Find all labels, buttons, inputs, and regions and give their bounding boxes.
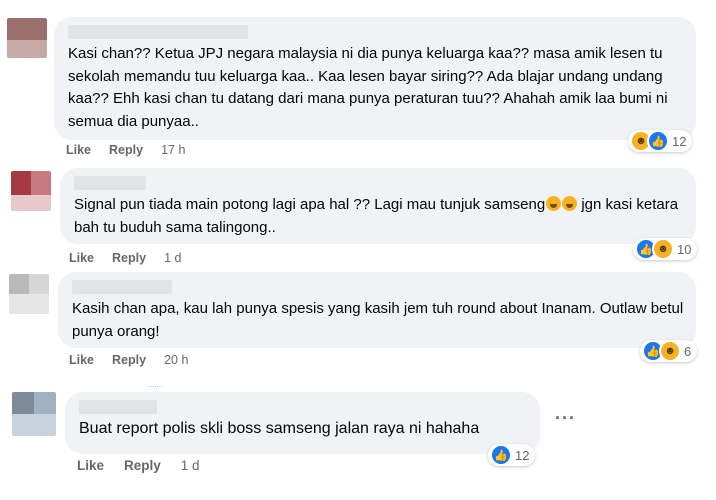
comment-bubble: Signal pun tiada main potong lagi apa ha… [60,168,696,244]
like-button[interactable]: Like [69,251,94,265]
comment-actions: Like Reply 1 d [77,458,200,473]
avatar[interactable] [7,18,47,58]
comment-bubble: Kasi chan?? Ketua JPJ negara malaysia ni… [54,17,696,140]
reply-button[interactable]: Reply [112,353,146,367]
author-name-redacted[interactable] [72,280,172,294]
comment-text-part: Signal pun tiada main potong lagi apa ha… [74,196,546,213]
more-options-icon[interactable]: ··· [555,408,576,429]
author-name-redacted[interactable] [79,400,157,414]
reaction-count: 12 [515,447,530,463]
avatar[interactable] [11,171,51,211]
author-name-redacted[interactable] [74,176,146,190]
haha-icon: ☻ [652,238,674,260]
reply-button[interactable]: Reply [124,458,161,473]
comment-text: Kasi chan?? Ketua JPJ negara malaysia ni… [68,45,668,130]
reaction-summary[interactable]: 👍 ☻ 10 [633,238,698,260]
comment-text: Kasih chan apa, kau lah punya spesis yan… [72,300,684,340]
reaction-summary[interactable]: ☻ 👍 12 [628,130,693,152]
like-button[interactable]: Like [69,353,94,367]
comment-actions: Like Reply 17 h [66,143,185,157]
reply-button[interactable]: Reply [112,251,146,265]
reaction-summary[interactable]: 👍 ☻ 6 [640,340,698,362]
comment-bubble: Buat report polis skli boss samseng jala… [65,392,540,454]
timestamp[interactable]: 17 h [161,143,185,157]
author-name-redacted[interactable] [68,25,248,39]
avatar[interactable] [9,274,49,314]
comment-bubble: Kasih chan apa, kau lah punya spesis yan… [58,272,696,348]
comment-actions: Like Reply 1 d [69,251,181,265]
laughing-emoji-icon [546,196,562,211]
timestamp[interactable]: 20 h [164,353,188,367]
timestamp[interactable]: 1 d [181,458,200,473]
reaction-summary[interactable]: 👍 12 [488,444,536,466]
like-button[interactable]: Like [77,458,104,473]
like-button[interactable]: Like [66,143,91,157]
like-icon: 👍 [490,444,512,466]
avatar[interactable] [12,392,56,436]
reaction-count: 10 [677,241,692,257]
thread-divider [148,386,162,387]
comment-text: Signal pun tiada main potong lagi apa ha… [74,194,684,239]
haha-icon: ☻ [659,340,681,362]
reaction-count: 6 [684,343,692,359]
timestamp[interactable]: 1 d [164,251,181,265]
reply-button[interactable]: Reply [109,143,143,157]
like-icon: 👍 [647,130,669,152]
reaction-count: 12 [672,133,687,149]
comment-actions: Like Reply 20 h [69,353,188,367]
comment-text: Buat report polis skli boss samseng jala… [79,420,480,437]
laughing-emoji-icon [562,196,578,211]
